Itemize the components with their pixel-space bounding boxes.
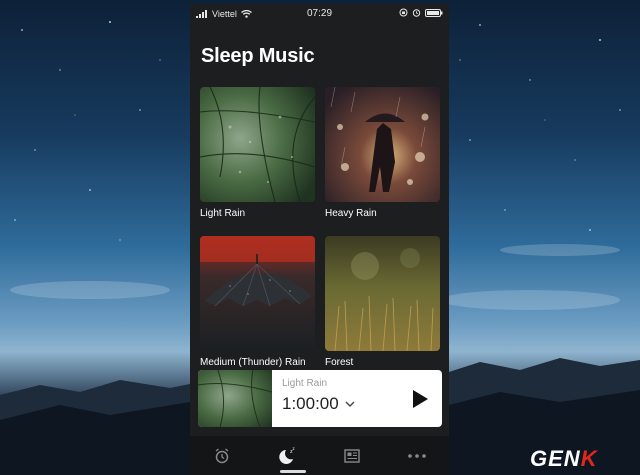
status-bar: Viettel 07:29: [190, 4, 449, 24]
watermark-text: GEN: [530, 446, 581, 471]
genk-watermark: GENK: [530, 446, 598, 472]
sleep-timer-value: 1:00:00: [282, 394, 339, 413]
heavy-rain-thumbnail[interactable]: [325, 87, 440, 202]
active-tab-indicator: [280, 470, 306, 473]
phone-screen: Viettel 07:29 Sleep Music Light Rain Hea…: [190, 4, 449, 475]
tab-more[interactable]: [397, 441, 437, 471]
play-icon[interactable]: [410, 389, 430, 409]
status-right: [399, 8, 443, 17]
svg-text:z: z: [293, 446, 295, 451]
medium-thunder-rain-thumbnail[interactable]: [200, 236, 315, 351]
light-rain-thumbnail[interactable]: [200, 87, 315, 202]
watermark-accent: K: [580, 446, 598, 471]
tab-news[interactable]: [332, 441, 372, 471]
page-title: Sleep Music: [201, 45, 315, 67]
chevron-down-icon: [345, 401, 355, 407]
sound-label: Light Rain: [200, 208, 246, 219]
tab-sleep[interactable]: z z: [267, 441, 307, 471]
sound-card-heavy-rain[interactable]: Heavy Rain: [325, 87, 440, 219]
sound-card-forest[interactable]: Forest: [325, 236, 440, 368]
now-playing-track: Light Rain: [282, 378, 328, 389]
more-icon: [407, 453, 426, 458]
tab-bar: z z: [190, 436, 449, 475]
now-playing-thumbnail: [198, 370, 272, 427]
sound-card-light-rain[interactable]: Light Rain: [200, 87, 315, 219]
sound-label: Medium (Thunder) Rain: [200, 357, 306, 368]
alarm-clock-icon: [215, 447, 229, 463]
now-playing-bar[interactable]: Light Rain 1:00:00: [198, 370, 442, 427]
sleep-moon-icon: z z: [279, 446, 295, 464]
tab-alarm[interactable]: [202, 441, 242, 471]
orientation-lock-icon: [399, 8, 408, 17]
now-playing-info: Light Rain 1:00:00: [282, 378, 355, 414]
battery-icon: [425, 8, 443, 17]
sound-label: Forest: [325, 357, 354, 368]
news-icon: [344, 448, 360, 463]
alarm-status-icon: [412, 9, 421, 17]
sound-label: Heavy Rain: [325, 208, 377, 219]
sleep-timer-selector[interactable]: 1:00:00: [282, 394, 355, 414]
sound-card-medium-thunder-rain[interactable]: Medium (Thunder) Rain: [200, 236, 315, 368]
forest-thumbnail[interactable]: [325, 236, 440, 351]
